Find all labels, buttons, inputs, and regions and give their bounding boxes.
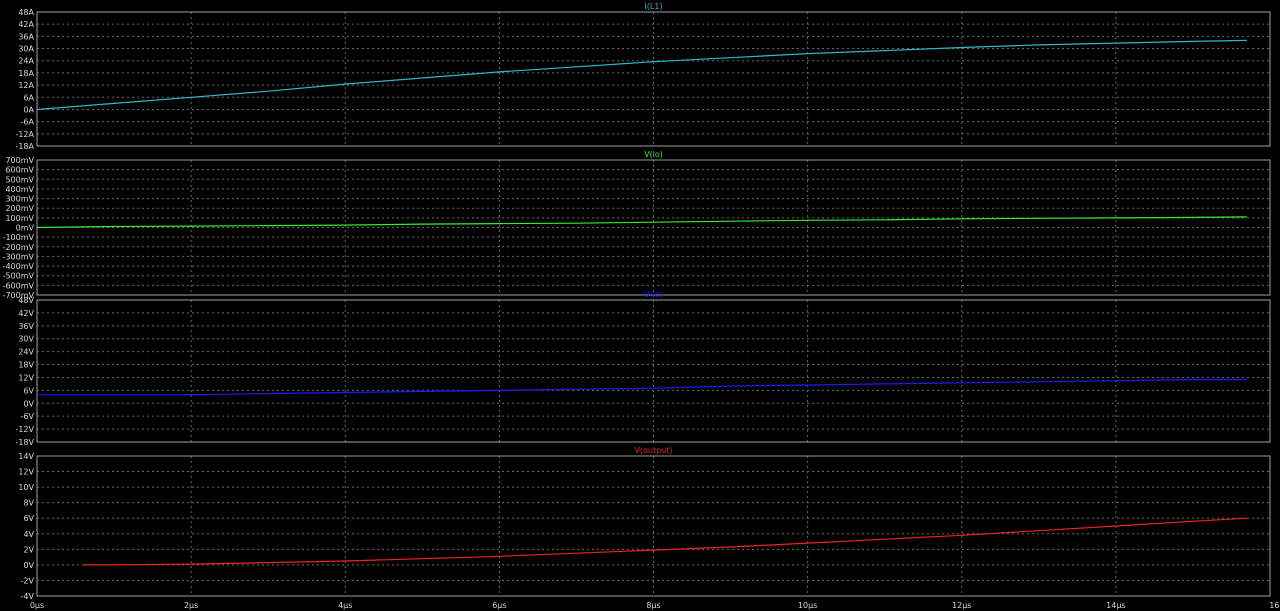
x-tick-label: 0µs — [30, 601, 44, 610]
trace-title: V(lo) — [644, 150, 663, 159]
y-tick-label: 10V — [18, 483, 34, 492]
y-tick-label: -12V — [15, 425, 34, 434]
y-tick-label: 42A — [18, 20, 34, 29]
x-tick-label: 16µs — [1269, 601, 1280, 610]
trace-title: I(L1) — [644, 2, 662, 11]
trace-line — [36, 216, 1247, 229]
y-tick-label: 14V — [18, 452, 34, 461]
x-tick-label: 4µs — [338, 601, 352, 610]
y-tick-label: -400mV — [3, 262, 35, 271]
y-tick-label: -2V — [21, 576, 35, 585]
y-tick-label: 2V — [23, 545, 34, 554]
y-tick-label: 600mV — [5, 166, 34, 175]
y-tick-label: -600mV — [3, 281, 35, 290]
y-tick-label: 18V — [18, 361, 34, 370]
x-tick-label: 6µs — [492, 601, 506, 610]
y-tick-label: 6V — [23, 386, 34, 395]
trace-title: U(lo) — [644, 290, 663, 299]
y-tick-label: -6A — [21, 118, 35, 127]
trace-line — [83, 517, 1247, 566]
x-tick-label: 12µs — [952, 601, 971, 610]
y-tick-label: 12A — [18, 81, 34, 90]
y-tick-label: 12V — [18, 373, 34, 382]
y-tick-label: 24A — [18, 57, 34, 66]
y-tick-label: 42V — [18, 309, 34, 318]
y-tick-label: 30V — [18, 335, 34, 344]
y-tick-label: 48V — [18, 296, 34, 305]
y-tick-label: 24V — [18, 348, 34, 357]
y-tick-label: 500mV — [5, 175, 34, 184]
y-tick-label: 6A — [23, 93, 34, 102]
x-tick-label: 2µs — [184, 601, 198, 610]
y-tick-label: 100mV — [5, 214, 34, 223]
y-tick-label: -500mV — [3, 272, 35, 281]
y-tick-label: 0V — [23, 399, 34, 408]
trace-title: V(output) — [634, 446, 672, 455]
x-tick-label: 14µs — [1106, 601, 1125, 610]
trace-line — [36, 39, 1247, 111]
y-tick-label: -18V — [15, 438, 34, 447]
y-tick-label: 8V — [23, 499, 34, 508]
y-tick-label: 6V — [23, 514, 34, 523]
x-tick-label: 10µs — [798, 601, 817, 610]
y-tick-label: 0A — [23, 105, 34, 114]
y-tick-label: -100mV — [3, 233, 35, 242]
y-tick-label: 12V — [18, 468, 34, 477]
y-tick-label: -12A — [15, 130, 34, 139]
waveform-viewer: 48A 42A 36A 30A 24A 18A 12A 6A 0A -6A -12A -18A I(L1… — [3, 2, 1280, 610]
x-tick-label: 8µs — [646, 601, 660, 610]
trace-line — [37, 379, 1247, 396]
y-tick-label: 36V — [18, 322, 34, 331]
y-tick-label: -200mV — [3, 243, 35, 252]
y-tick-label: 18A — [18, 69, 34, 78]
y-tick-label: -300mV — [3, 252, 35, 261]
y-tick-label: 4V — [23, 530, 34, 539]
y-tick-label: 300mV — [5, 195, 34, 204]
y-tick-label: -18A — [15, 142, 34, 151]
y-tick-label: 30A — [18, 45, 34, 54]
y-tick-label: 0mV — [16, 224, 35, 233]
y-tick-label: 200mV — [5, 204, 34, 213]
y-tick-label: 700mV — [5, 156, 34, 165]
y-tick-label: 0V — [23, 561, 34, 570]
y-tick-label: -6V — [21, 412, 35, 421]
y-tick-label: 36A — [18, 32, 34, 41]
y-tick-label: 48A — [18, 8, 34, 17]
y-tick-label: -4V — [21, 592, 35, 601]
y-tick-label: 400mV — [5, 185, 34, 194]
